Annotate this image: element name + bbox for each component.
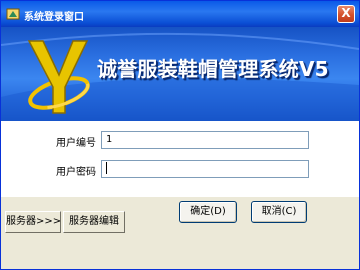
logo-icon [27, 40, 90, 114]
window-title: 系统登录窗口 [24, 12, 84, 23]
cancel-button[interactable]: 取消(C) [251, 201, 307, 223]
server-edit-button[interactable]: 服务器编辑 [63, 211, 125, 233]
banner: 诚誉服装鞋帽管理系统V5 [1, 27, 359, 121]
confirm-button[interactable]: 确定(D) [179, 201, 237, 223]
app-name: 诚誉服装鞋帽管理系统V5 [97, 57, 329, 81]
password-input[interactable] [101, 160, 309, 178]
app-icon [6, 8, 20, 20]
user-id-label: 用户编号 [56, 138, 96, 149]
text-caret [106, 162, 107, 174]
close-button[interactable]: X [337, 5, 355, 23]
title-bar[interactable]: 系统登录窗口 X [1, 1, 359, 27]
user-id-value: 1 [106, 134, 113, 145]
login-form: 用户编号 1 用户密码 [1, 121, 359, 197]
server-toggle-button[interactable]: 服务器>>> [5, 211, 61, 233]
password-label: 用户密码 [56, 167, 96, 178]
login-window: 系统登录窗口 X 诚誉服装鞋帽管理系统V5 用户编号 1 用户密码 服务器>>>… [0, 0, 360, 270]
user-id-input[interactable]: 1 [101, 131, 309, 149]
